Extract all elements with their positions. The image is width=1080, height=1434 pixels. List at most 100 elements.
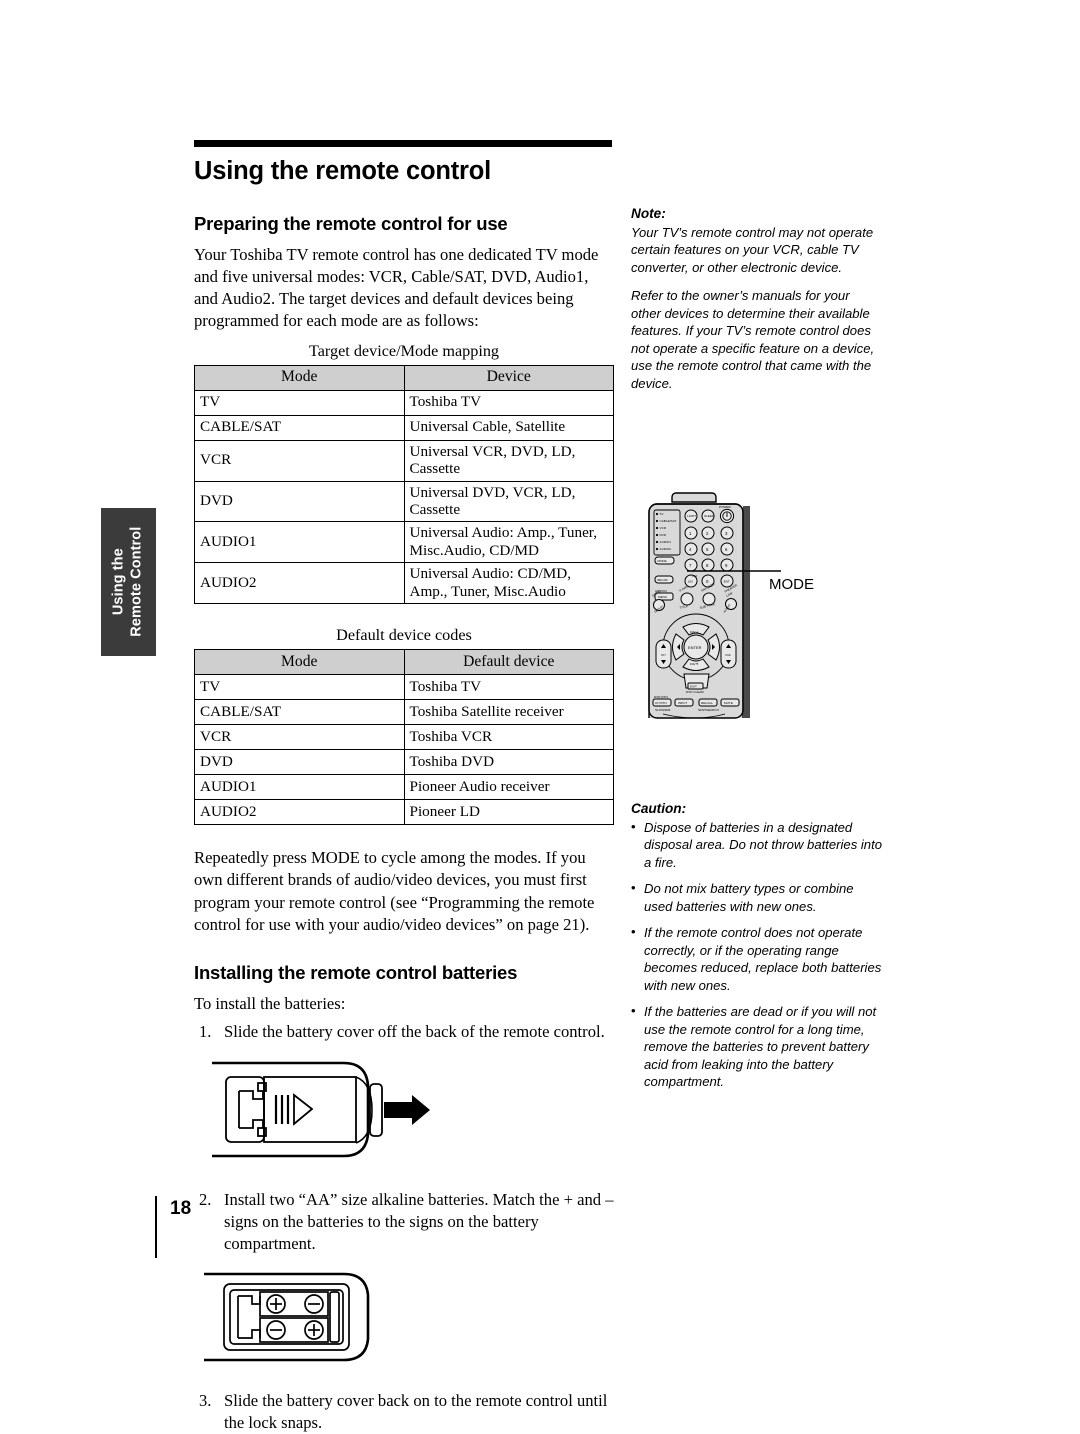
svg-text:AUDIO2: AUDIO2 [660,547,672,551]
cell-mode: AUDIO2 [194,562,405,605]
cell-mode: CABLE/SAT [194,699,405,726]
table-row: CABLE/SAT Toshiba Satellite receiver [194,699,614,726]
svg-text:CABLE/SAT: CABLE/SAT [660,519,677,523]
bullet-icon: • [631,924,636,940]
bullet-icon: • [631,880,636,896]
paragraph-preparing-intro: Your Toshiba TV remote control has one d… [194,245,599,331]
mode-callout-label: MODE [769,576,814,593]
note-paragraph-1: Your TV’s remote control may not operate… [631,225,874,275]
caution-item-text: Do not mix battery types or combine used… [644,881,854,914]
table-row: CABLE/SAT Universal Cable, Satellite [194,414,614,441]
svg-text:MODE: MODE [657,559,666,563]
note-block: Note: Your TV’s remote control may not o… [631,206,881,403]
column-header-mode: Mode [194,364,405,391]
svg-text:VCR: VCR [660,526,667,530]
cell-default-device: Toshiba Satellite receiver [403,699,614,726]
cell-device: Universal Audio: CD/MD, Amp., Tuner, Mis… [403,562,614,605]
steps-list-3: 3. Slide the battery cover back on to th… [194,1390,614,1434]
svg-text:SLEEP: SLEEP [704,514,714,518]
table-default-device-codes: Mode Default device TV Toshiba TV CABLE/… [194,649,614,826]
step-text: Slide the battery cover back on to the r… [224,1390,608,1432]
svg-text:FAV▲: FAV▲ [690,630,699,634]
steps-list: 1. Slide the battery cover off the back … [194,1021,614,1043]
cell-mode: TV [194,389,405,416]
svg-text:ENTER: ENTER [688,645,702,650]
table-row: VCR Toshiba VCR [194,724,614,751]
step-number: 1. [199,1022,212,1042]
cell-default-device: Toshiba DVD [403,749,614,776]
svg-text:DVD RTN: DVD RTN [654,695,668,699]
arrow-right-icon [384,1095,430,1126]
svg-text:MUTE: MUTE [724,701,733,705]
caution-heading: Caution: [631,801,687,816]
cell-device: Universal Cable, Satellite [403,414,614,441]
paragraph-mode-cycling: Repeatedly press MODE to cycle among the… [194,848,595,934]
svg-text:DVD CLEAR: DVD CLEAR [686,690,704,694]
svg-text:MENU: MENU [658,595,667,599]
heading-preparing: Preparing the remote control for use [194,213,508,234]
svg-text:FAV▼: FAV▼ [690,662,699,666]
remote-control-illustration: .bod{fill:#d9d9d9;stroke:#000;stroke-wid… [648,492,751,796]
table-row: AUDIO2 Universal Audio: CD/MD, Amp., Tun… [194,562,614,605]
section-tab: Using the Remote Control [101,508,156,656]
svg-text:CH: CH [661,653,665,657]
cell-mode: DVD [194,480,405,523]
manual-page: { "page": { "title": "Using the remote c… [0,0,1080,1432]
table-row: AUDIO1 Pioneer Audio receiver [194,774,614,801]
battery-compartment-illustration [204,1272,370,1361]
table-row: AUDIO1 Universal Audio: Amp., Tuner, Mis… [194,521,614,564]
cell-mode: DVD [194,749,405,776]
table-header-row: Mode Default device [194,649,614,676]
section-tab-line1: Using the [110,548,127,616]
table-row: DVD Universal DVD, VCR, LD, Cassette [194,480,614,523]
cell-mode: VCR [194,439,405,482]
footer-rule [155,1196,157,1258]
caution-item-text: Dispose of batteries in a designated dis… [644,820,883,870]
cell-device: Universal VCR, DVD, LD, Cassette [403,439,614,482]
svg-text:INPUT: INPUT [678,701,687,705]
page-number: 18 [170,1198,192,1219]
list-item: • Do not mix battery types or combine us… [631,880,883,915]
svg-text:LIGHT: LIGHT [687,514,696,518]
list-item: • Dispose of batteries in a designated d… [631,819,883,871]
cell-mode: VCR [194,724,405,751]
svg-text:REC/IR: REC/IR [657,578,668,582]
cell-device: Toshiba TV [403,389,614,416]
cell-default-device: Toshiba VCR [403,724,614,751]
table-row: TV Toshiba TV [194,674,614,701]
column-header-mode: Mode [194,649,405,676]
cell-mode: AUDIO1 [194,774,405,801]
list-item: 1. Slide the battery cover off the back … [194,1021,614,1043]
svg-text:POWER: POWER [719,505,731,509]
note-paragraph-2: Refer to the owner’s manuals for your ot… [631,288,875,391]
list-item: • If the batteries are dead or if you wi… [631,1003,883,1090]
table-row: DVD Toshiba DVD [194,749,614,776]
section-tab-line2: Remote Control [128,526,145,638]
caution-item-text: If the remote control does not operate c… [644,925,882,993]
step-text: Install two “AA” size alkaline batteries… [224,1190,614,1254]
cell-mode: AUDIO2 [194,799,405,826]
list-item: • If the remote control does not operate… [631,924,883,994]
svg-text:+10: +10 [692,574,698,578]
cell-mode: CABLE/SAT [194,414,405,441]
table-row: AUDIO2 Pioneer LD [194,799,614,826]
table-header-row: Mode Device [194,364,614,391]
svg-text:SKIP/SEARCH: SKIP/SEARCH [698,708,719,712]
caution-block: Caution: • Dispose of batteries in a des… [631,801,883,1100]
step-number: 2. [199,1190,212,1210]
list-item: 3. Slide the battery cover back on to th… [194,1390,614,1434]
figure-remote-back-cover-slide [194,1057,614,1167]
list-item: 2. Install two “AA” size alkaline batter… [194,1189,614,1255]
cell-device: Universal DVD, VCR, LD, Cassette [403,480,614,523]
bullet-icon: • [631,1003,636,1019]
cell-device: Universal Audio: Amp., Tuner, Misc.Audio… [403,521,614,564]
svg-text:DVD: DVD [660,533,667,537]
caution-item-text: If the batteries are dead or if you will… [644,1004,877,1090]
column-header-default-device: Default device [403,649,614,676]
svg-text:SLOW/DIR: SLOW/DIR [655,708,671,712]
table-target-device-mode-mapping: Mode Device TV Toshiba TV CABLE/SAT Univ… [194,364,614,605]
column-header-device: Device [403,364,614,391]
table-row: TV Toshiba TV [194,389,614,416]
figure-battery-compartment [194,1270,614,1370]
step-number: 3. [199,1390,212,1410]
